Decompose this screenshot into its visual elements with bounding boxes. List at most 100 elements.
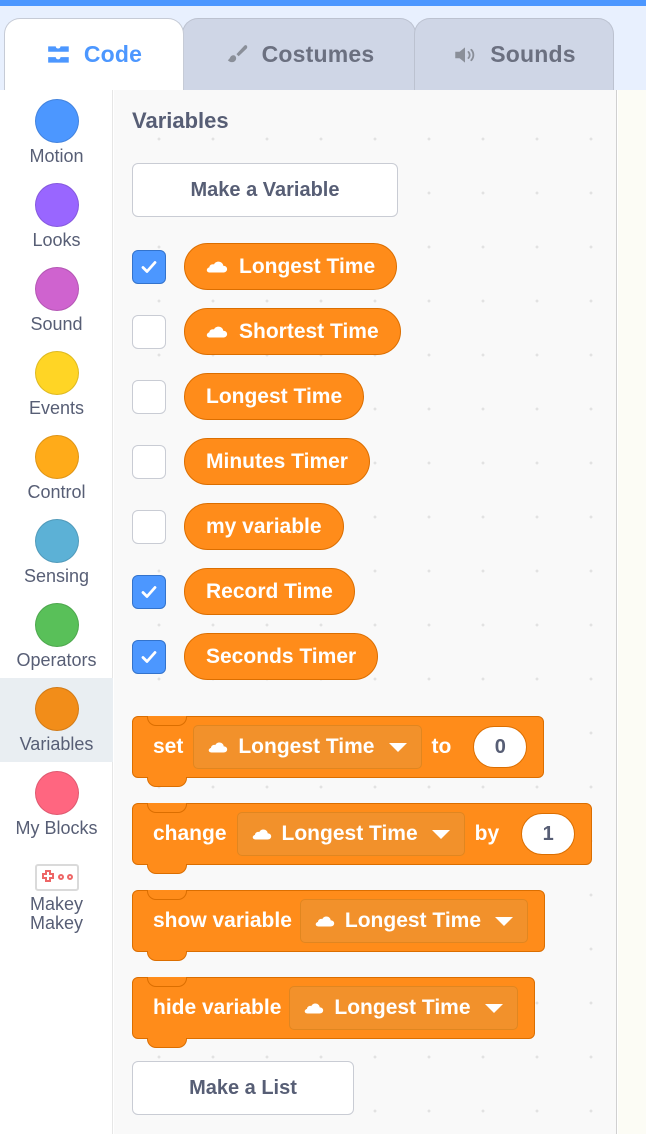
motion-dot-icon: [34, 98, 79, 143]
variable-reporter-shortest-time-cloud[interactable]: Shortest Time: [184, 308, 401, 355]
category-variables-label: Variables: [19, 733, 94, 754]
category-motion[interactable]: Motion: [0, 90, 113, 174]
block-category-list: Motion Looks Sound Events Control Sensin: [0, 90, 113, 1134]
variable-name: Longest Time: [206, 384, 343, 408]
dpad-icon: [41, 870, 54, 883]
cloud-icon: [252, 829, 271, 840]
tab-sounds-label: Sounds: [490, 41, 576, 67]
category-makey-makey[interactable]: Makey Makey: [0, 846, 113, 950]
variable-checkbox-longest-time[interactable]: [132, 379, 166, 414]
editor-body: Motion Looks Sound Events Control Sensin: [0, 90, 646, 1134]
category-variables[interactable]: Variables: [0, 678, 113, 762]
events-dot-icon: [34, 350, 79, 395]
tab-sounds[interactable]: Sounds: [414, 18, 614, 90]
set-block-infix-label: to: [431, 735, 452, 758]
check-icon: [141, 650, 157, 663]
control-dot-icon: [34, 434, 79, 479]
category-sound-label: Sound: [30, 313, 83, 334]
variable-name: my variable: [206, 514, 322, 538]
category-looks[interactable]: Looks: [0, 174, 113, 258]
variable-row: Longest Time: [132, 243, 398, 290]
makey-circle-icon: [57, 874, 64, 881]
category-motion-label: Motion: [29, 145, 84, 166]
variable-checkbox-longest-time-cloud[interactable]: [132, 249, 166, 284]
variable-row: Record Time: [132, 568, 355, 615]
show-variable-block[interactable]: show variable Longest Time: [132, 890, 546, 961]
chevron-down-icon: [495, 916, 514, 926]
scratch-editor: Code Costumes Sounds Motion Looks Sound …: [0, 0, 646, 1134]
hide-block-variable-dropdown[interactable]: Longest Time: [289, 986, 518, 1030]
change-block-prefix-label: change: [153, 822, 227, 845]
variable-row: my variable: [132, 503, 344, 550]
tab-code[interactable]: Code: [4, 18, 184, 90]
chevron-down-icon: [484, 1003, 503, 1013]
variable-reporter-record-time[interactable]: Record Time: [184, 568, 355, 615]
category-operators[interactable]: Operators: [0, 594, 113, 678]
change-block-variable-dropdown[interactable]: Longest Time: [236, 812, 465, 856]
show-block-variable-dropdown[interactable]: Longest Time: [299, 899, 529, 943]
variable-row: Seconds Timer: [132, 633, 379, 680]
category-control[interactable]: Control: [0, 426, 113, 510]
check-icon: [141, 585, 157, 598]
variable-reporter-my-variable[interactable]: my variable: [184, 503, 344, 550]
cloud-icon: [209, 742, 228, 753]
variable-reporter-seconds-timer[interactable]: Seconds Timer: [184, 633, 379, 680]
block-palette[interactable]: Variables Make a Variable Longest Time S…: [114, 90, 617, 1134]
category-my-blocks[interactable]: My Blocks: [0, 762, 113, 846]
chevron-down-icon: [431, 829, 450, 839]
variable-checkbox-minutes-timer[interactable]: [132, 444, 166, 479]
variable-checkbox-record-time[interactable]: [132, 574, 166, 609]
hide-block-prefix-label: hide variable: [153, 996, 282, 1019]
variable-row: Longest Time: [132, 373, 365, 420]
change-block-variable-name: Longest Time: [281, 822, 418, 845]
variable-name: Minutes Timer: [206, 449, 348, 473]
chevron-down-icon: [388, 742, 407, 752]
category-makey-makey-label: Makey Makey: [29, 893, 83, 933]
category-control-label: Control: [27, 481, 86, 502]
variable-name: Shortest Time: [239, 319, 379, 343]
make-a-variable-button[interactable]: Make a Variable: [132, 163, 398, 217]
stage-gutter: [618, 90, 646, 1134]
set-block-value-input[interactable]: 0: [473, 726, 528, 768]
variable-checkbox-shortest-time-cloud[interactable]: [132, 314, 166, 349]
variable-row: Minutes Timer: [132, 438, 370, 485]
variable-checkbox-seconds-timer[interactable]: [132, 639, 166, 674]
palette-section-title: Variables: [132, 108, 229, 133]
variable-reporter-minutes-timer[interactable]: Minutes Timer: [184, 438, 370, 485]
category-sound[interactable]: Sound: [0, 258, 113, 342]
category-my-blocks-label: My Blocks: [15, 817, 98, 838]
make-a-list-button[interactable]: Make a List: [132, 1061, 354, 1115]
code-blocks-icon: [48, 45, 69, 63]
change-block-value-input[interactable]: 1: [521, 813, 576, 855]
variable-checkbox-my-variable[interactable]: [132, 509, 166, 544]
check-icon: [141, 260, 157, 273]
tab-costumes[interactable]: Costumes: [182, 18, 416, 90]
category-sensing-label: Sensing: [23, 565, 90, 586]
hide-variable-block[interactable]: hide variable Longest Time: [132, 977, 535, 1048]
category-events-label: Events: [28, 397, 85, 418]
change-block-infix-label: by: [474, 822, 500, 845]
variable-reporter-longest-time[interactable]: Longest Time: [184, 373, 365, 420]
cloud-icon: [315, 916, 335, 927]
category-operators-label: Operators: [16, 649, 97, 670]
set-block-variable-name: Longest Time: [238, 735, 375, 758]
set-block-variable-dropdown[interactable]: Longest Time: [193, 725, 422, 769]
make-a-list-label: Make a List: [189, 1076, 297, 1099]
set-variable-block[interactable]: set Longest Time to 0: [132, 716, 545, 787]
operators-dot-icon: [34, 602, 79, 647]
paintbrush-icon: [227, 44, 247, 62]
change-variable-block[interactable]: change Longest Time by 1: [132, 803, 593, 874]
show-block-variable-name: Longest Time: [344, 909, 482, 932]
tab-code-label: Code: [83, 41, 143, 67]
myblocks-dot-icon: [34, 770, 79, 815]
category-events[interactable]: Events: [0, 342, 113, 426]
hide-block-variable-name: Longest Time: [334, 996, 471, 1019]
make-a-variable-label: Make a Variable: [190, 178, 340, 201]
variables-dot-icon: [34, 686, 79, 731]
cloud-icon: [206, 261, 228, 273]
speaker-icon: [455, 46, 475, 63]
variable-name: Longest Time: [239, 254, 376, 278]
editor-tabstrip: Code Costumes Sounds: [0, 6, 646, 90]
variable-reporter-longest-time-cloud[interactable]: Longest Time: [184, 243, 398, 290]
category-sensing[interactable]: Sensing: [0, 510, 113, 594]
